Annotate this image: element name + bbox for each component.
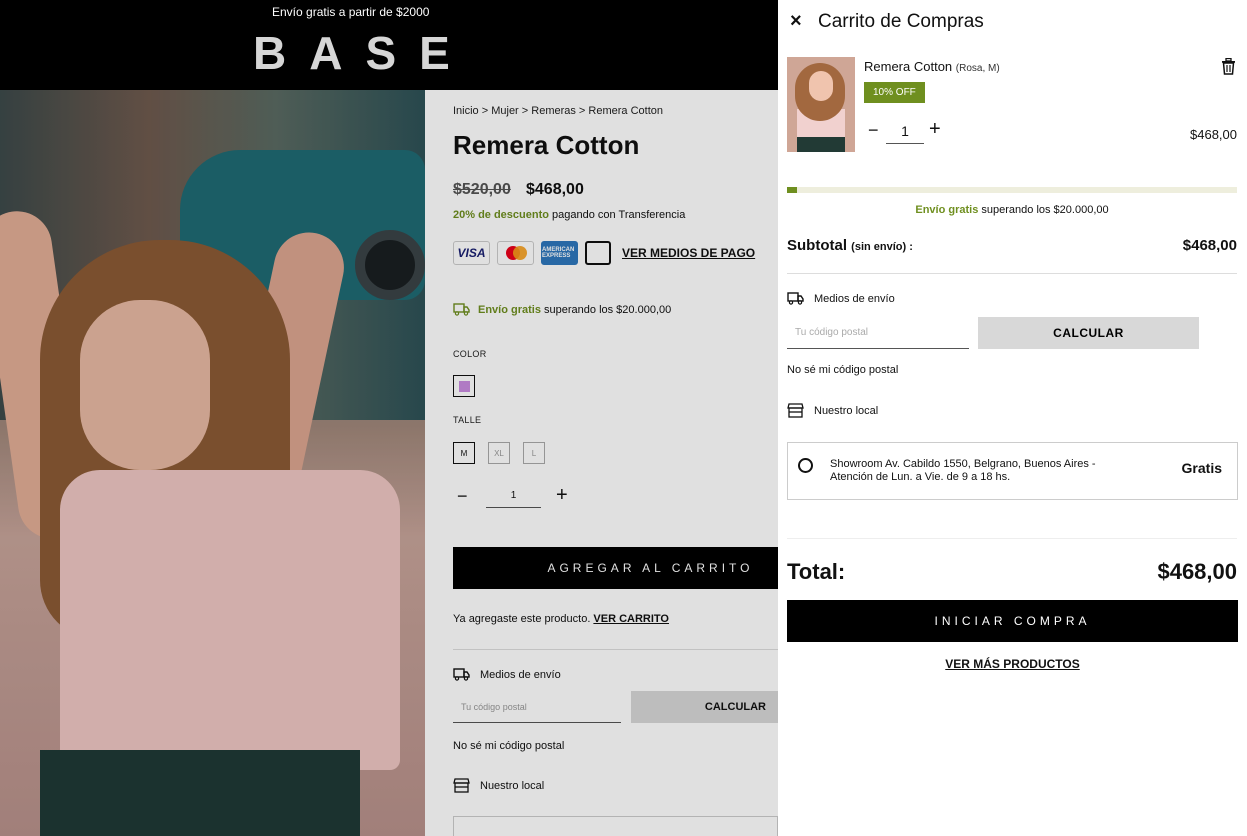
discount-badge: 10% OFF: [864, 82, 925, 103]
item-name-text: Remera Cotton: [864, 59, 953, 74]
subtotal-note: (sin envío) :: [851, 241, 913, 253]
cart-title: Carrito de Compras: [818, 11, 984, 32]
progress-fill: [787, 187, 798, 193]
increase-button[interactable]: +: [929, 118, 941, 141]
more-products-link[interactable]: VER MÁS PRODUCTOS: [787, 657, 1238, 671]
free-ship-text: superando los $20.000,00: [978, 204, 1109, 216]
total-label: Total:: [787, 559, 846, 584]
cart-drawer: × Carrito de Compras Remera Cotton (Rosa…: [778, 0, 1247, 836]
store-address: Showroom Av. Cabildo 1550, Belgrano, Bue…: [830, 458, 1096, 483]
divider: [787, 273, 1237, 274]
free-ship-highlight: Envío gratis: [915, 204, 979, 216]
store-pickup-option[interactable]: Showroom Av. Cabildo 1550, Belgrano, Bue…: [787, 442, 1238, 500]
total-value: $468,00: [1157, 559, 1237, 584]
page-overlay[interactable]: [0, 90, 778, 836]
checkout-button[interactable]: INICIAR COMPRA: [787, 600, 1238, 642]
free-shipping-note: Envío gratis superando los $20.000,00: [787, 204, 1237, 216]
shipping-methods-label: Medios de envío: [787, 292, 895, 305]
shipping-methods-text: Medios de envío: [814, 292, 895, 305]
store-logo[interactable]: BASE: [253, 26, 473, 80]
subtotal-value: $468,00: [1182, 237, 1237, 254]
decrease-button[interactable]: −: [868, 120, 879, 141]
local-store-label: Nuestro local: [787, 403, 878, 418]
local-store-text: Nuestro local: [814, 404, 879, 417]
header: Envío gratis a partir de $2000 BASE: [0, 0, 778, 90]
zip-input[interactable]: [787, 317, 969, 349]
item-variant: (Rosa, M): [955, 63, 1000, 74]
cart-item-price: $468,00: [1190, 127, 1237, 142]
subtotal-label: Subtotal (sin envío) :: [787, 237, 913, 254]
truck-icon: [787, 292, 804, 305]
store-icon: [787, 403, 804, 418]
subtotal-text: Subtotal: [787, 237, 847, 254]
cart-item-thumbnail[interactable]: [787, 57, 855, 152]
free-shipping-progress: [787, 187, 1237, 193]
announcement-bar: Envío gratis a partir de $2000: [272, 5, 430, 19]
quantity-value[interactable]: 1: [886, 123, 924, 144]
pickup-radio[interactable]: [798, 458, 813, 473]
trash-icon[interactable]: [1221, 57, 1236, 80]
close-icon[interactable]: ×: [790, 10, 802, 33]
cart-quantity-stepper: − 1 +: [864, 118, 954, 146]
unknown-zip-link[interactable]: No sé mi código postal: [787, 364, 898, 376]
store-price: Gratis: [1181, 460, 1222, 476]
calculate-button[interactable]: CALCULAR: [978, 317, 1199, 349]
cart-item-name[interactable]: Remera Cotton (Rosa, M): [864, 59, 1000, 74]
divider: [787, 538, 1237, 539]
